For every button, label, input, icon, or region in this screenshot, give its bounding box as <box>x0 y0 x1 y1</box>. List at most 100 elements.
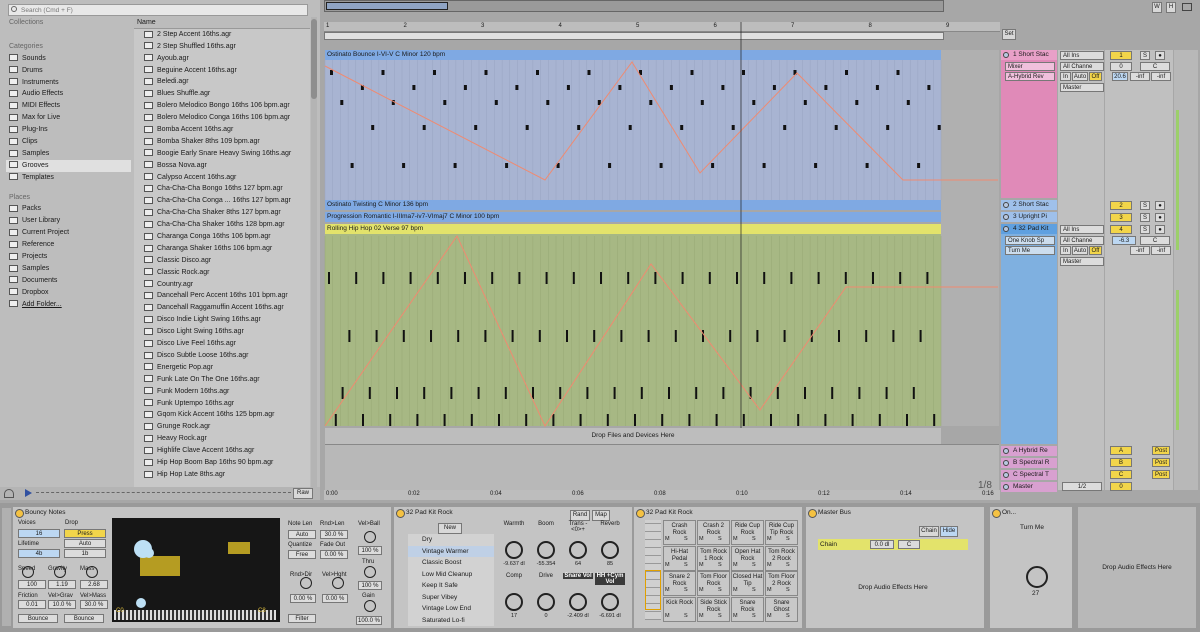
pad-mute[interactable]: M <box>665 562 670 569</box>
bouncy-filter[interactable]: Filter <box>288 614 316 623</box>
arm-button[interactable]: ● <box>1155 201 1165 210</box>
return-letter[interactable]: B <box>1110 458 1132 467</box>
bouncy-bounce2[interactable]: Bounce <box>64 614 104 623</box>
pad-solo[interactable]: S <box>786 587 790 594</box>
parameter-knob[interactable] <box>332 577 344 589</box>
track1-channel[interactable]: All Channe <box>1060 62 1104 71</box>
chain-db[interactable]: 0.0 dl <box>870 540 894 549</box>
pad-solo[interactable]: S <box>684 587 688 594</box>
drum-pad[interactable]: Ride Cup Tip Rock M S <box>765 520 798 545</box>
pad-solo[interactable]: S <box>718 562 722 569</box>
rack-rand-button[interactable]: Rand <box>570 510 590 521</box>
bouncy-rnd-dir[interactable]: 0.00 % <box>290 594 316 603</box>
track1-output[interactable]: Master <box>1060 83 1104 92</box>
pad-solo[interactable]: S <box>786 562 790 569</box>
track4-pan[interactable]: C <box>1140 236 1170 245</box>
bouncy-fade[interactable]: 0.00 % <box>320 550 348 559</box>
bouncy-title[interactable]: Bouncy Notes <box>13 507 391 518</box>
track4-input[interactable]: All Ins <box>1060 225 1104 234</box>
chain-button[interactable]: Chain <box>919 526 939 537</box>
pad-mute[interactable]: M <box>733 536 738 543</box>
track-name-2[interactable]: 2 Short Stac <box>1001 200 1057 210</box>
return-letter[interactable]: A <box>1110 446 1132 455</box>
pad-mute[interactable]: M <box>733 587 738 594</box>
post-button[interactable]: Post <box>1152 458 1170 467</box>
macro-knob[interactable] <box>537 541 555 559</box>
chain-item[interactable]: Low Mid Cleanup <box>408 569 494 581</box>
one-knob-title[interactable]: On... <box>990 507 1072 518</box>
return-letter[interactable]: C <box>1110 470 1132 479</box>
return-track-name[interactable]: C Spectral T <box>1001 470 1057 480</box>
drum-pad[interactable]: Kick Rock M S <box>663 596 696 622</box>
pad-mute[interactable]: M <box>665 536 670 543</box>
track-activator-icon[interactable] <box>1003 484 1009 490</box>
track4-volume[interactable]: -6.3 <box>1112 236 1136 245</box>
chain-item[interactable]: Vintage Warmer <box>408 545 494 557</box>
pad-mute[interactable]: M <box>665 613 670 620</box>
track-name-1[interactable]: 1 Short Stac <box>1001 50 1057 60</box>
track-activator-icon[interactable] <box>1003 202 1009 208</box>
bouncy-vel-hght[interactable]: 0.00 % <box>322 594 348 603</box>
pad-solo[interactable]: S <box>718 587 722 594</box>
drum-pad[interactable]: Closed Hat Tip M S <box>731 571 764 596</box>
return-track-name[interactable]: A Hybrid Re <box>1001 446 1057 456</box>
parameter-knob[interactable] <box>300 577 312 589</box>
track-activator-icon[interactable] <box>1003 460 1009 466</box>
chain-item[interactable]: Dry <box>408 534 494 546</box>
drum-pad[interactable]: Snare Ghost M S <box>765 596 798 622</box>
macro-knob[interactable] <box>601 593 619 611</box>
track-number-button[interactable]: 3 <box>1110 213 1132 222</box>
solo-button[interactable]: S <box>1140 201 1150 210</box>
track-name-3[interactable]: 3 Upright Pi <box>1001 212 1057 222</box>
pad-solo[interactable]: S <box>752 562 756 569</box>
track1-value[interactable]: 0 <box>1110 62 1132 71</box>
pad-mute[interactable]: M <box>699 613 704 620</box>
drum-pad[interactable]: Hi-Hat Pedal M S <box>663 545 696 571</box>
chain-item[interactable]: Vintage Low End <box>408 603 494 615</box>
track-activator-icon[interactable] <box>1003 226 1009 232</box>
solo-button[interactable]: S <box>1140 213 1150 222</box>
pad-mute[interactable]: M <box>699 562 704 569</box>
master-bus-title[interactable]: Master Bus <box>806 507 984 518</box>
pad-overview[interactable] <box>645 520 661 620</box>
pad-solo[interactable]: S <box>684 536 688 543</box>
drum-pad[interactable]: Ride Cup Rock M S <box>731 520 764 545</box>
track1-pan[interactable]: C <box>1140 62 1170 71</box>
arm-button[interactable]: ● <box>1155 213 1165 222</box>
track1-input[interactable]: All Ins <box>1060 51 1104 60</box>
pad-mute[interactable]: M <box>699 587 704 594</box>
pad-solo[interactable]: S <box>786 613 790 620</box>
drum-pad[interactable]: Tom Floor 2 Rock M S <box>765 571 798 596</box>
drum-pad[interactable]: Tom Rock 2 Rock M S <box>765 545 798 571</box>
track4-channel[interactable]: All Channe <box>1060 236 1104 245</box>
drum-pad[interactable]: Side Stick Rock M S <box>697 596 730 622</box>
drum-pad[interactable]: Snare 2 Rock M S <box>663 571 696 596</box>
monitor-auto-4[interactable]: Auto <box>1072 246 1088 255</box>
post-button[interactable]: Post <box>1152 470 1170 479</box>
drum-pad[interactable]: Open Hat Rock M S <box>731 545 764 571</box>
track-activator-icon[interactable] <box>1003 214 1009 220</box>
track-activator-icon[interactable] <box>1003 448 1009 454</box>
monitor-auto[interactable]: Auto <box>1072 72 1088 81</box>
bouncy-mass[interactable]: 2.68 <box>80 580 108 589</box>
bouncy-gravity[interactable]: 1.19 <box>48 580 76 589</box>
track4-device-chooser[interactable]: One Knob Sp <box>1005 236 1055 245</box>
chain-item[interactable]: Saturated Lo-fi <box>408 615 494 627</box>
bouncy-lifetime-val[interactable]: 1b <box>64 549 106 558</box>
track1-volume[interactable]: 20.6 <box>1112 72 1128 81</box>
bouncy-note-len[interactable]: Auto <box>288 530 316 539</box>
monitor-off[interactable]: Off <box>1089 72 1102 81</box>
bouncy-bounce1[interactable]: Bounce <box>18 614 58 623</box>
bouncy-gain[interactable]: 100.0 % <box>356 616 382 625</box>
macro-knob[interactable] <box>537 593 555 611</box>
bouncy-friction[interactable]: 0.01 <box>18 600 46 609</box>
chain-item[interactable]: Classic Boost <box>408 557 494 569</box>
master-cue[interactable]: 1/2 <box>1062 482 1102 491</box>
macro-knob[interactable] <box>601 541 619 559</box>
pad-solo[interactable]: S <box>684 613 688 620</box>
track-activator-icon[interactable] <box>1003 52 1009 58</box>
chain-drop-zone[interactable]: Drop Audio Effects Here <box>818 553 968 623</box>
monitor-off-4[interactable]: Off <box>1089 246 1102 255</box>
macro-knob[interactable] <box>569 593 587 611</box>
track-name-4[interactable]: 4 32 Pad Kit <box>1001 224 1057 234</box>
